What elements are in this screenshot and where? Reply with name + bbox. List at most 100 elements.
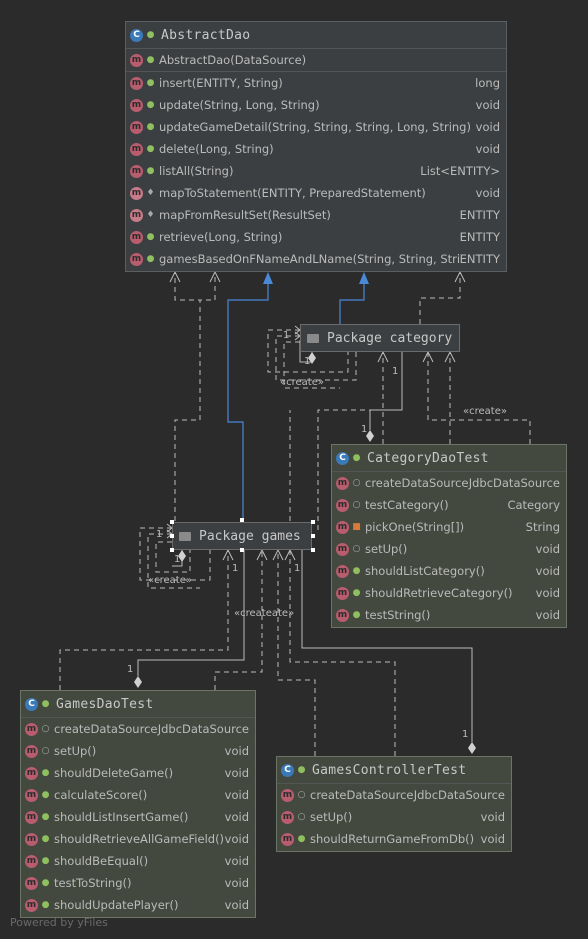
- method-icon: m: [130, 230, 143, 244]
- return-type: void: [224, 788, 249, 802]
- method-signature: mapFromResultSet(ResultSet): [159, 208, 331, 222]
- selection-handle[interactable]: [170, 534, 174, 538]
- method-icon: m: [25, 788, 38, 802]
- method-icon: m: [336, 520, 349, 534]
- test-method-icon: m: [25, 766, 38, 780]
- package-private-icon: ○: [41, 724, 50, 734]
- method-row[interactable]: m ○ createDataSource() JdbcDataSource: [277, 784, 511, 806]
- method-row[interactable]: m ○ testCategory() Category: [332, 494, 566, 516]
- edge-games-to-abstractdao-left: [174, 270, 216, 530]
- method-row[interactable]: m ● gamesBasedOnFNameAndLName(String, Stri…: [126, 248, 506, 270]
- method-icon: m: [25, 722, 38, 736]
- method-row[interactable]: m ● shouldReturnGameFromDb() void: [277, 828, 511, 850]
- method-row[interactable]: m ○ setUp() void: [332, 538, 566, 560]
- package-folder-icon: [179, 531, 191, 541]
- return-type: JdbcDataSource: [157, 722, 249, 736]
- abstractdao-class[interactable]: C ● AbstractDao m ● AbstractDao(DataSour…: [125, 21, 507, 272]
- public-icon: ●: [297, 834, 306, 844]
- test-method-icon: m: [25, 854, 38, 868]
- method-signature: shouldDeleteGame(): [54, 766, 174, 780]
- selection-handle[interactable]: [311, 534, 315, 538]
- selection-handle[interactable]: [170, 520, 174, 524]
- categorydaotest-class[interactable]: C ● CategoryDaoTest m ○ createDataSource()…: [331, 444, 567, 628]
- method-row[interactable]: m ● shouldDeleteGame() void: [21, 762, 255, 784]
- public-icon: ●: [352, 610, 361, 620]
- constructor-row[interactable]: m ● AbstractDao(DataSource): [126, 49, 506, 71]
- method-row[interactable]: m ○ createDataSource() JdbcDataSource: [21, 718, 255, 740]
- package-games-node[interactable]: Package games: [172, 522, 312, 550]
- test-method-icon: m: [25, 832, 38, 846]
- method-row[interactable]: m ● shouldRetrieveCategory() void: [332, 582, 566, 604]
- method-signature: delete(Long, String): [159, 142, 274, 156]
- edge-games-realizes-abstractdao: [227, 282, 269, 520]
- package-category-node[interactable]: Package category: [300, 324, 460, 352]
- return-type: void: [224, 854, 249, 868]
- method-row[interactable]: m ● delete(Long, String) void: [126, 138, 506, 160]
- gamescontrollertest-class[interactable]: C ● GamesControllerTest m ○ createDataSour…: [276, 756, 512, 852]
- test-method-icon: m: [25, 898, 38, 912]
- method-row[interactable]: m ● testToString() void: [21, 872, 255, 894]
- method-signature: setUp(): [310, 810, 353, 824]
- selection-handle[interactable]: [311, 520, 315, 524]
- method-signature: createDataSource(): [54, 722, 158, 736]
- multiplicity-label: 1: [156, 529, 163, 540]
- method-row[interactable]: m ● retrieve(Long, String) ENTITY: [126, 226, 506, 248]
- return-type: ENTITY: [459, 230, 500, 244]
- method-row[interactable]: m ○ setUp() void: [21, 740, 255, 762]
- method-row[interactable]: m ♦ mapToStatement(ENTITY, PreparedStateme…: [126, 182, 506, 204]
- method-row[interactable]: m ● insert(ENTITY, String) long: [126, 72, 506, 94]
- method-icon: m: [281, 788, 294, 802]
- edge-category-realizes-abstractdao: [339, 282, 365, 324]
- categorydaotest-header: C ● CategoryDaoTest: [332, 445, 566, 472]
- method-row[interactable]: m ○ createDataSource() JdbcDataSource: [332, 472, 566, 494]
- method-row[interactable]: m ● shouldListCategory() void: [332, 560, 566, 582]
- public-icon: ●: [297, 765, 306, 775]
- class-name: AbstractDao: [161, 27, 251, 43]
- edge-category-to-abstractdao-right: [419, 272, 461, 324]
- method-signature: calculateScore(): [54, 788, 148, 802]
- method-row[interactable]: m ● listAll(String) List<ENTITY>: [126, 160, 506, 182]
- constructor-signature: AbstractDao(DataSource): [159, 53, 307, 67]
- method-row[interactable]: m ● shouldRetrieveAllGameField() void: [21, 828, 255, 850]
- methods-section: m ○ createDataSource() JdbcDataSource m ○ tes…: [332, 472, 566, 626]
- return-type: void: [224, 810, 249, 824]
- return-type: void: [475, 98, 500, 112]
- public-icon: ●: [146, 100, 155, 110]
- method-row[interactable]: m ● shouldListInsertGame() void: [21, 806, 255, 828]
- method-signature: shouldListCategory(): [365, 564, 485, 578]
- selection-handle[interactable]: [311, 548, 315, 552]
- method-icon: m: [336, 542, 349, 556]
- method-row[interactable]: m ○ setUp() void: [277, 806, 511, 828]
- return-type: void: [475, 142, 500, 156]
- class-name: GamesDaoTest: [56, 696, 154, 712]
- protected-icon: ♦: [146, 188, 155, 198]
- method-signature: shouldRetrieveCategory(): [365, 586, 513, 600]
- method-icon: m: [25, 876, 38, 890]
- return-type: ENTITY: [459, 252, 500, 266]
- multiplicity-label: 1: [304, 356, 311, 367]
- selection-handle[interactable]: [170, 548, 174, 552]
- method-row[interactable]: m ● updateGameDetail(String, String, Strin…: [126, 116, 506, 138]
- public-icon: ●: [352, 453, 361, 463]
- gamesdaotest-class[interactable]: C ● GamesDaoTest m ○ createDataSource() Jdb…: [20, 690, 256, 918]
- public-icon: ●: [146, 166, 155, 176]
- method-row[interactable]: m ● update(String, Long, String) void: [126, 94, 506, 116]
- multiplicity-label: 1: [127, 664, 134, 675]
- method-row[interactable]: m ♦ mapFromResultSet(ResultSet) ENTITY: [126, 204, 506, 226]
- method-row[interactable]: m ■ pickOne(String[]) String: [332, 516, 566, 538]
- selection-handle[interactable]: [240, 518, 244, 522]
- public-icon: ●: [352, 566, 361, 576]
- method-row[interactable]: m ● testString() void: [332, 604, 566, 626]
- public-icon: ●: [146, 30, 155, 40]
- return-type: long: [475, 76, 500, 90]
- public-icon: ●: [41, 699, 50, 709]
- method-signature: shouldReturnGameFromDb(): [310, 832, 475, 846]
- diamond-gamesdaotest: [134, 676, 142, 688]
- methods-section: m ● insert(ENTITY, String) long m ● update(St…: [126, 72, 506, 270]
- method-row[interactable]: m ● shouldBeEqual() void: [21, 850, 255, 872]
- method-row[interactable]: m ● calculateScore() void: [21, 784, 255, 806]
- return-type: void: [480, 810, 505, 824]
- create-label: «create»: [280, 377, 324, 388]
- selection-handle[interactable]: [240, 548, 244, 552]
- method-row[interactable]: m ● shouldUpdatePlayer() void: [21, 894, 255, 916]
